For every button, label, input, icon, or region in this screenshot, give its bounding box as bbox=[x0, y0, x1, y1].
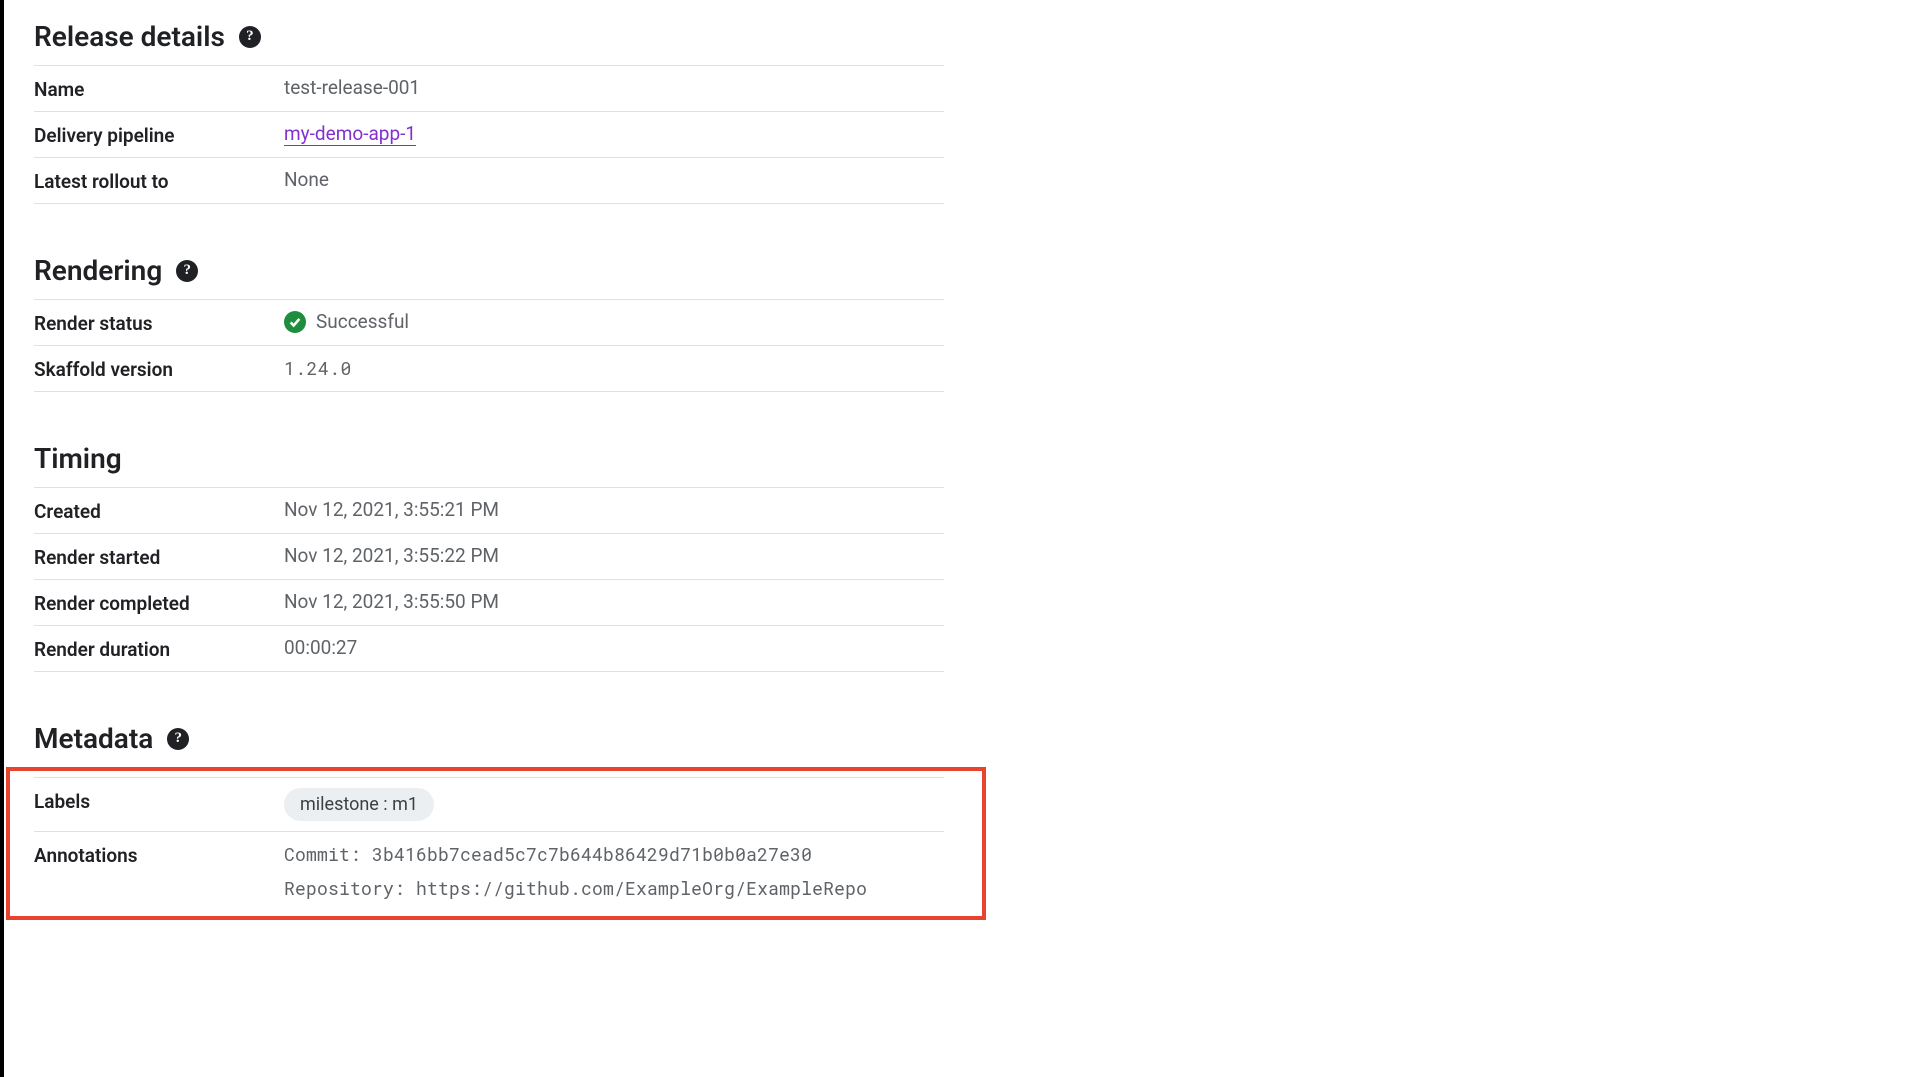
label-render-duration: Render duration bbox=[34, 636, 284, 661]
release-details-title: Release details bbox=[34, 20, 225, 53]
value-labels: milestone : m1 bbox=[284, 788, 944, 821]
metadata-highlight: Labels milestone : m1 Annotations Commit… bbox=[6, 767, 986, 920]
label-latest-rollout: Latest rollout to bbox=[34, 168, 284, 193]
value-render-started: Nov 12, 2021, 3:55:22 PM bbox=[284, 544, 944, 567]
render-status-text: Successful bbox=[316, 310, 409, 333]
metadata-title: Metadata bbox=[34, 722, 153, 755]
release-details-header: Release details ? bbox=[34, 20, 944, 53]
row-latest-rollout: Latest rollout to None bbox=[34, 157, 944, 204]
timing-title: Timing bbox=[34, 442, 944, 475]
annotation-repository: Repository: https://github.com/ExampleOr… bbox=[284, 876, 867, 900]
rendering-header: Rendering ? bbox=[34, 254, 944, 287]
row-render-started: Render started Nov 12, 2021, 3:55:22 PM bbox=[34, 533, 944, 579]
row-render-status: Render status Successful bbox=[34, 299, 944, 345]
annotation-commit: Commit: 3b416bb7cead5c7c7b644b86429d71b0… bbox=[284, 842, 867, 866]
label-render-completed: Render completed bbox=[34, 590, 284, 615]
label-render-started: Render started bbox=[34, 544, 284, 569]
value-render-duration: 00:00:27 bbox=[284, 636, 944, 659]
label-skaffold: Skaffold version bbox=[34, 356, 284, 381]
row-render-duration: Render duration 00:00:27 bbox=[34, 625, 944, 672]
value-render-completed: Nov 12, 2021, 3:55:50 PM bbox=[284, 590, 944, 613]
metadata-section: Metadata ? bbox=[34, 722, 944, 755]
label-render-status: Render status bbox=[34, 310, 284, 335]
label-pipeline: Delivery pipeline bbox=[34, 122, 284, 147]
value-latest-rollout: None bbox=[284, 168, 944, 191]
value-created: Nov 12, 2021, 3:55:21 PM bbox=[284, 498, 944, 521]
row-name: Name test-release-001 bbox=[34, 65, 944, 111]
value-pipeline: my-demo-app-1 bbox=[284, 122, 944, 146]
row-render-completed: Render completed Nov 12, 2021, 3:55:50 P… bbox=[34, 579, 944, 625]
label-chip: milestone : m1 bbox=[284, 788, 434, 821]
rendering-title: Rendering bbox=[34, 254, 162, 287]
value-skaffold: 1.24.0 bbox=[284, 356, 944, 380]
pipeline-link[interactable]: my-demo-app-1 bbox=[284, 122, 416, 146]
row-created: Created Nov 12, 2021, 3:55:21 PM bbox=[34, 487, 944, 533]
release-details-section: Release details ? Name test-release-001 … bbox=[34, 20, 944, 204]
help-icon[interactable]: ? bbox=[167, 728, 189, 750]
row-annotations: Annotations Commit: 3b416bb7cead5c7c7b64… bbox=[34, 831, 944, 910]
label-name: Name bbox=[34, 76, 284, 101]
row-labels: Labels milestone : m1 bbox=[34, 777, 944, 831]
label-created: Created bbox=[34, 498, 284, 523]
help-icon[interactable]: ? bbox=[239, 26, 261, 48]
label-labels: Labels bbox=[34, 788, 284, 813]
metadata-header: Metadata ? bbox=[34, 722, 944, 755]
label-annotations: Annotations bbox=[34, 842, 284, 867]
timing-section: Timing Created Nov 12, 2021, 3:55:21 PM … bbox=[34, 442, 944, 672]
rendering-section: Rendering ? Render status Successful Ska… bbox=[34, 254, 944, 392]
value-name: test-release-001 bbox=[284, 76, 944, 99]
value-annotations: Commit: 3b416bb7cead5c7c7b644b86429d71b0… bbox=[284, 842, 944, 900]
row-skaffold: Skaffold version 1.24.0 bbox=[34, 345, 944, 392]
row-pipeline: Delivery pipeline my-demo-app-1 bbox=[34, 111, 944, 157]
check-circle-icon bbox=[284, 311, 306, 333]
help-icon[interactable]: ? bbox=[176, 260, 198, 282]
value-render-status: Successful bbox=[284, 310, 944, 333]
